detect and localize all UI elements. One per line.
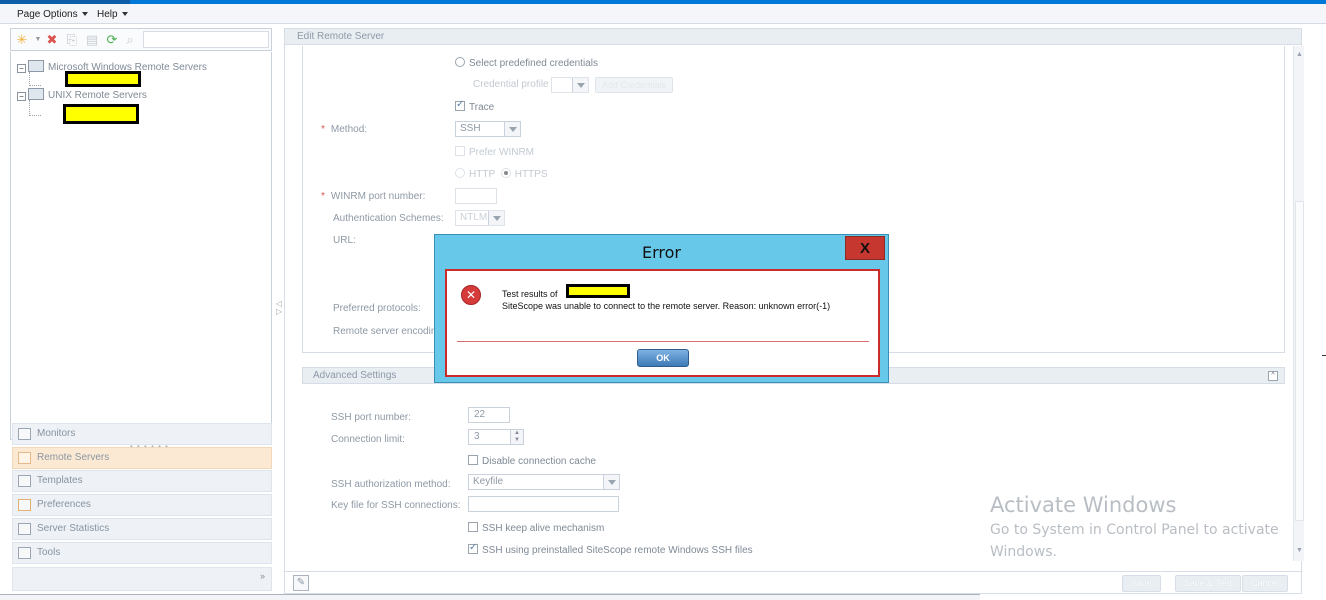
key-file-label: Key file for SSH connections:	[331, 500, 461, 511]
add-credentials-button[interactable]: Add Credentials	[595, 77, 674, 93]
collapse-icon[interactable]: −	[17, 64, 26, 73]
dialog-title: Error	[642, 243, 681, 262]
paste-icon[interactable]: ▤	[85, 33, 99, 47]
nav-preferences[interactable]: Preferences	[12, 494, 272, 516]
taskbar-edge	[0, 594, 980, 600]
credential-profile-label: Credential profile	[473, 79, 549, 90]
folder-icon	[28, 88, 44, 100]
template-icon	[18, 475, 31, 487]
dialog-body: ✕ Test results of SiteScope was unable t…	[445, 269, 880, 377]
edit-icon[interactable]: ✎	[293, 575, 309, 591]
chevron-down-icon	[572, 78, 588, 92]
collapse-icon[interactable]: −	[17, 92, 26, 101]
ssh-port-label: SSH port number:	[331, 412, 412, 423]
save-button[interactable]: Save	[1122, 575, 1161, 592]
scroll-down-icon[interactable]: ▼	[1295, 546, 1304, 555]
chevron-down-icon	[121, 12, 128, 16]
activate-windows-line1: Go to System in Control Panel to activat…	[990, 522, 1279, 538]
page-options-menu[interactable]: Page Options	[17, 9, 88, 20]
close-button[interactable]: X	[845, 236, 885, 260]
redacted-server-name[interactable]	[63, 104, 139, 124]
chevron-down-icon[interactable]: ▼	[31, 33, 45, 47]
nav-templates[interactable]: Templates	[12, 470, 272, 492]
search-icon[interactable]: ⌕	[123, 33, 137, 47]
help-menu[interactable]: Help	[97, 9, 128, 20]
auth-schemes-select[interactable]: NTLM	[455, 210, 505, 226]
ssh-auth-method-select[interactable]: Keyfile	[468, 474, 620, 490]
scroll-up-icon[interactable]: ▲	[1295, 50, 1304, 59]
collapse-left-panel-handle[interactable]: ◁ ▷	[276, 300, 282, 316]
nav-overflow[interactable]: »	[12, 567, 272, 591]
protocol-radio-group[interactable]: HTTP HTTPS	[455, 168, 548, 180]
prefer-winrm-checkbox[interactable]: Prefer WINRM	[455, 146, 534, 158]
chevron-down-icon	[504, 122, 520, 136]
double-chevron-icon[interactable]: »	[260, 571, 265, 581]
left-panel: ✳ ▼ ✖ ⎘ ▤ ⟳ ⌕ − Microsoft Windows Remote …	[10, 28, 274, 594]
credential-profile-select[interactable]	[551, 77, 589, 93]
dialog-separator	[457, 341, 869, 342]
nav-tools[interactable]: Tools	[12, 542, 272, 564]
spinner-arrows-icon[interactable]: ▲ ▼	[510, 430, 523, 444]
save-test-button[interactable]: Save & Test	[1175, 575, 1241, 592]
cancel-button[interactable]: Cancel	[1242, 575, 1289, 592]
connection-limit-label: Connection limit:	[331, 434, 405, 445]
error-icon: ✕	[461, 285, 481, 305]
ssh-preinstalled-files-checkbox[interactable]: SSH using preinstalled SiteScope remote …	[468, 542, 753, 556]
collapse-icon[interactable]: ^	[1268, 371, 1278, 381]
monitor-icon	[18, 428, 31, 440]
ssh-port-input[interactable]: 22	[468, 407, 510, 423]
tree-search-input[interactable]	[143, 31, 269, 48]
trace-checkbox[interactable]: Trace	[455, 99, 494, 113]
ssh-keep-alive-checkbox[interactable]: SSH keep alive mechanism	[468, 522, 604, 534]
ssh-auth-method-label: SSH authorization method:	[331, 479, 451, 490]
remote-server-encoding-label: Remote server encodin	[333, 326, 437, 337]
panel-footer: ✎ Save Save & Test Cancel	[285, 571, 1301, 593]
select-predefined-credentials-radio[interactable]: Select predefined credentials	[455, 57, 598, 69]
chevron-down-icon	[81, 12, 88, 16]
tools-icon	[18, 547, 31, 559]
error-message-line1: Test results of	[502, 289, 558, 299]
panel-title: Edit Remote Server	[285, 29, 1301, 45]
method-select[interactable]: SSH	[455, 121, 521, 137]
error-dialog: Error X ✕ Test results of SiteScope was …	[434, 234, 889, 383]
activate-windows-watermark: Activate Windows	[990, 493, 1177, 517]
preferred-protocols-label: Preferred protocols:	[333, 303, 421, 314]
statistics-icon	[18, 523, 31, 535]
preferences-icon	[18, 499, 31, 511]
vertical-scrollbar[interactable]: ▲ ▼	[1293, 46, 1304, 561]
chevron-down-icon	[488, 211, 504, 225]
redacted-server-name	[566, 284, 630, 298]
method-label: * Method:	[321, 124, 368, 135]
key-file-input[interactable]	[468, 496, 619, 512]
chevron-down-icon	[603, 475, 619, 489]
server-icon	[18, 452, 31, 464]
disable-connection-cache-checkbox[interactable]: Disable connection cache	[468, 455, 596, 467]
menu-bar: Page Options Help	[0, 4, 1326, 24]
copy-icon[interactable]: ⎘	[65, 33, 79, 47]
delete-icon[interactable]: ✖	[45, 33, 59, 47]
remote-server-tree: − Microsoft Windows Remote Servers − UNIX …	[10, 52, 272, 440]
scroll-thumb[interactable]	[1295, 201, 1304, 521]
nav-monitors[interactable]: Monitors	[12, 423, 272, 445]
connection-limit-spinner[interactable]: 3 ▲ ▼	[468, 429, 524, 445]
redacted-server-name[interactable]	[65, 71, 141, 87]
refresh-icon[interactable]: ⟳	[105, 33, 119, 47]
tree-toolbar: ✳ ▼ ✖ ⎘ ▤ ⟳ ⌕	[10, 28, 272, 51]
nav-remote-servers[interactable]: Remote Servers	[12, 447, 272, 469]
ok-button[interactable]: OK	[637, 349, 689, 367]
folder-icon	[28, 60, 44, 72]
auth-schemes-label: Authentication Schemes:	[333, 213, 444, 224]
activate-windows-line2: Windows.	[990, 544, 1057, 560]
error-message-line2: SiteScope was unable to connect to the r…	[502, 301, 831, 311]
nav-server-statistics[interactable]: Server Statistics	[12, 518, 272, 540]
new-icon[interactable]: ✳	[15, 33, 29, 47]
winrm-port-input[interactable]	[455, 188, 497, 204]
url-label: URL:	[333, 235, 356, 246]
winrm-port-label: * WINRM port number:	[321, 191, 426, 202]
